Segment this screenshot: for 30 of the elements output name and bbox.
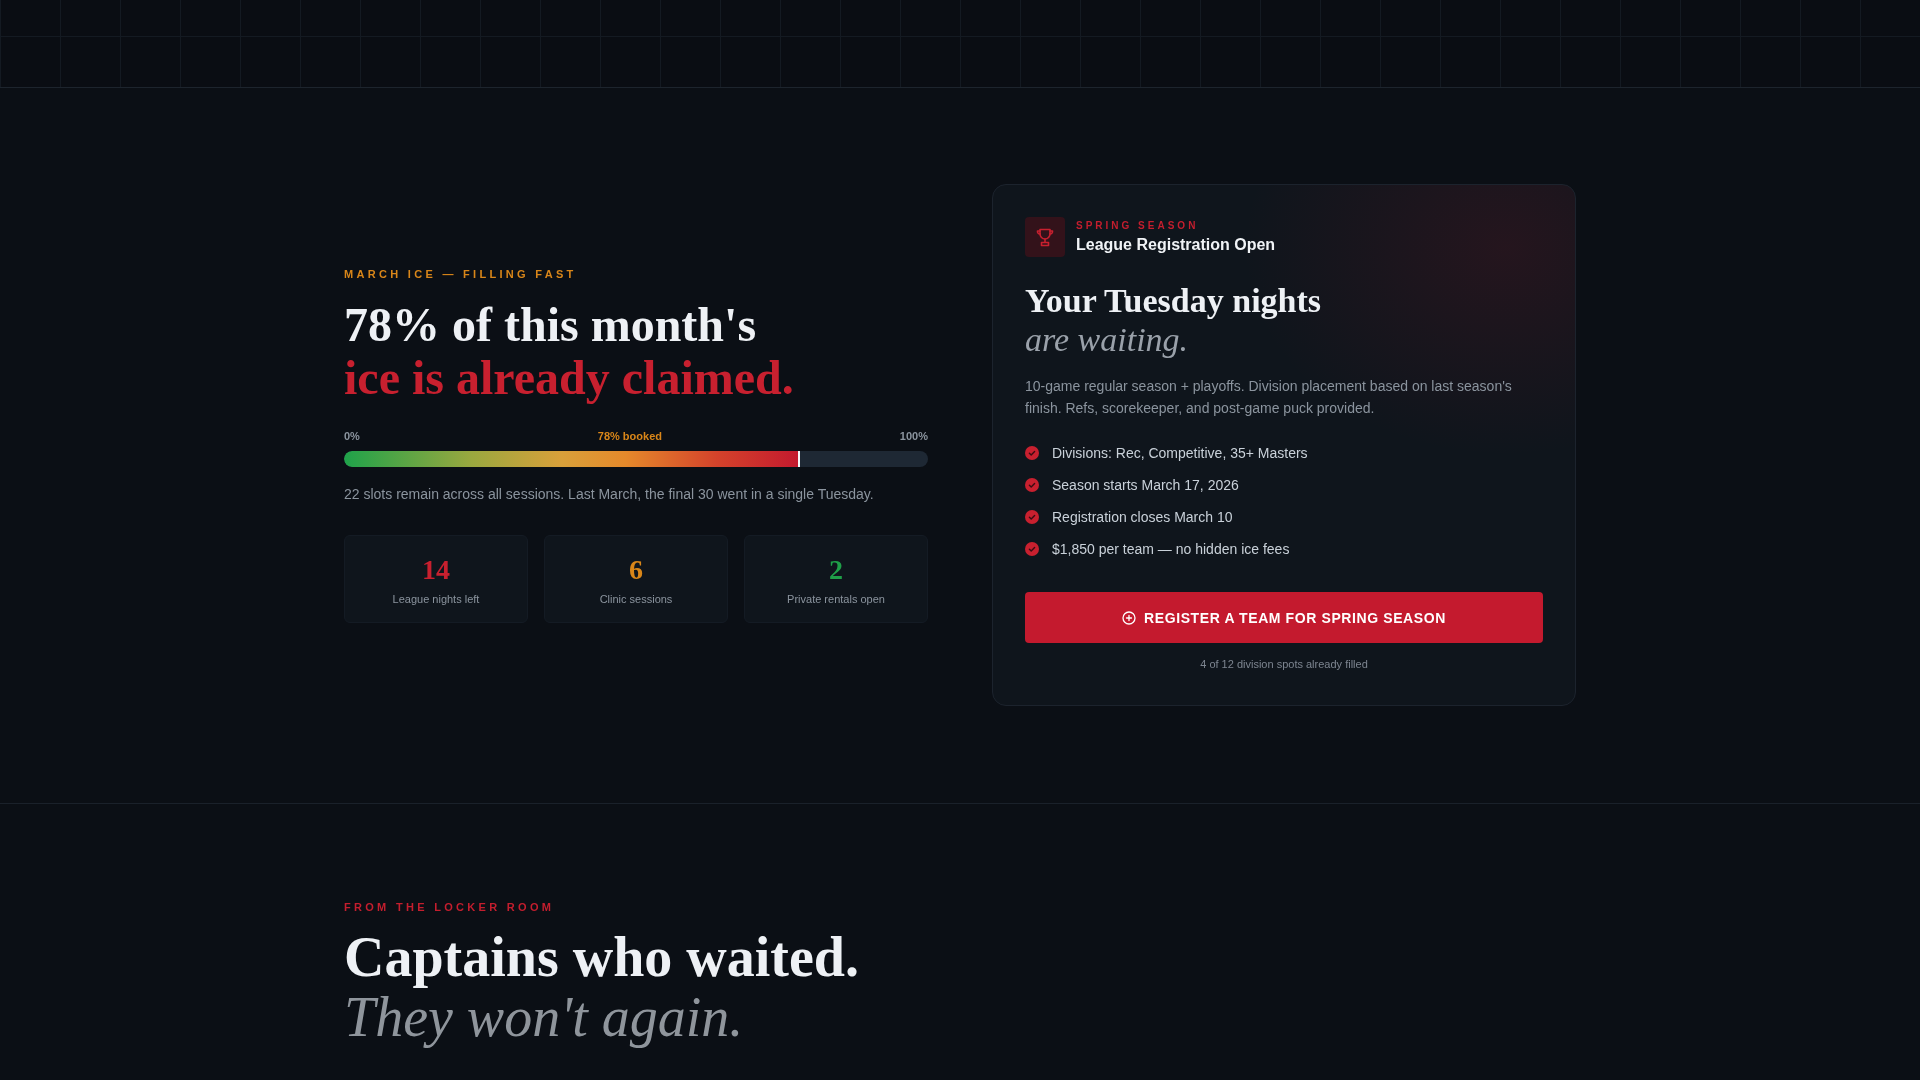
stat-label: League nights left <box>391 592 481 606</box>
card-title: League Registration Open <box>1076 235 1276 255</box>
feature-text: $1,850 per team — no hidden ice fees <box>1052 540 1290 559</box>
feature-text: Registration closes March 10 <box>1052 508 1233 527</box>
headline: 78% of this month's ice is already claimed. <box>344 298 795 404</box>
stat-label: Clinic sessions <box>598 592 674 606</box>
stat-label: Private rentals open <box>786 592 886 606</box>
caption-text: 22 slots remain across all sessions. Last March, the final 30 went in a single Tuesday. <box>344 485 875 504</box>
stat-value: 6 <box>628 554 644 586</box>
card-eyebrow: SPRING SEASON <box>1076 219 1200 232</box>
section-eyebrow: MARCH ICE — FILLING FAST <box>344 267 578 281</box>
check-icon <box>1025 510 1039 524</box>
booked-label: 78% booked <box>597 429 662 443</box>
scale-end-label: 100% <box>899 429 928 443</box>
check-icon <box>1025 446 1039 460</box>
card-heading: Your Tuesday nights are waiting. <box>1025 281 1323 359</box>
section-eyebrow: FROM THE LOCKER ROOM <box>344 900 556 914</box>
plus-circle-icon <box>1122 610 1137 625</box>
check-icon <box>1025 478 1039 492</box>
register-button[interactable]: REGISTER A TEAM FOR SPRING SEASON <box>1025 592 1543 643</box>
spots-note: 4 of 12 division spots already filled <box>1199 657 1369 671</box>
scale-start-label: 0% <box>344 429 360 443</box>
check-icon <box>1025 542 1039 556</box>
feature-text: Divisions: Rec, Competitive, 35+ Masters <box>1052 444 1308 463</box>
stat-value: 14 <box>421 554 451 586</box>
trophy-icon <box>1025 217 1065 257</box>
stat-value: 2 <box>828 554 844 586</box>
section-heading: Captains who waited. They won't again. <box>344 927 860 1047</box>
feature-text: Season starts March 17, 2026 <box>1052 476 1239 495</box>
card-description: 10-game regular season + playoffs. Division placement based on last season's finish. Refs, scorekeeper, and post-game puck provided. <box>1025 377 1513 418</box>
